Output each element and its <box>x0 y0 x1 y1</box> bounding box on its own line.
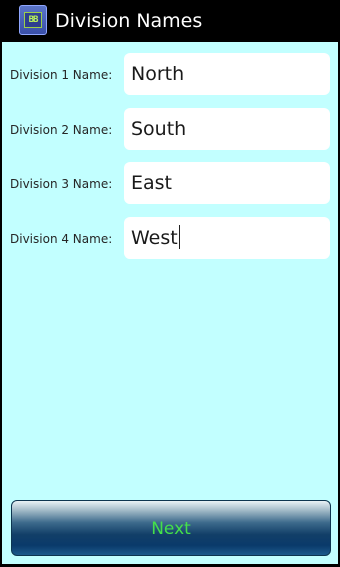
form-panel: Division 1 Name: North Division 2 Name: … <box>2 42 338 564</box>
division-3-value: East <box>131 172 172 194</box>
division-2-value: South <box>131 118 187 140</box>
title-bar: BB Division Names <box>0 0 340 42</box>
division-1-value: North <box>131 63 185 85</box>
screen: BB Division Names Division 1 Name: North… <box>0 0 340 567</box>
division-4-value: West <box>131 227 178 249</box>
division-1-label: Division 1 Name: <box>10 68 113 82</box>
division-2-row: Division 2 Name: South <box>2 108 338 152</box>
division-2-input[interactable]: South <box>124 108 330 150</box>
page-title: Division Names <box>55 10 203 32</box>
next-button[interactable]: Next <box>11 500 331 556</box>
division-2-label: Division 2 Name: <box>10 123 113 137</box>
next-button-label: Next <box>151 519 191 539</box>
division-1-row: Division 1 Name: North <box>2 53 338 97</box>
division-4-row: Division 4 Name: West <box>2 217 338 261</box>
text-cursor <box>178 225 180 249</box>
division-3-row: Division 3 Name: East <box>2 162 338 206</box>
division-3-input[interactable]: East <box>124 162 330 204</box>
division-4-input[interactable]: West <box>124 217 330 259</box>
division-4-label: Division 4 Name: <box>10 232 113 246</box>
division-1-input[interactable]: North <box>124 53 330 95</box>
app-logo-icon: BB <box>19 5 47 35</box>
division-3-label: Division 3 Name: <box>10 177 113 191</box>
app-logo-icon-text: BB <box>24 12 42 28</box>
